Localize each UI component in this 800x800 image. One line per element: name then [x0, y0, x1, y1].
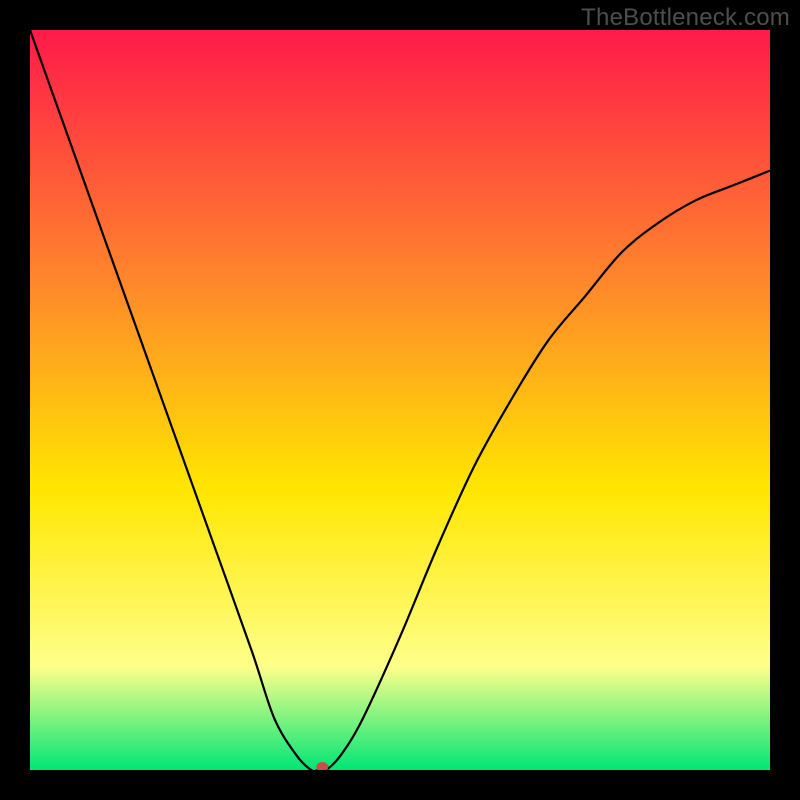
bottleneck-plot-svg — [30, 30, 770, 770]
chart-frame: TheBottleneck.com — [0, 0, 800, 800]
gradient-background — [30, 30, 770, 770]
plot-area — [30, 30, 770, 770]
watermark-text: TheBottleneck.com — [581, 4, 790, 32]
